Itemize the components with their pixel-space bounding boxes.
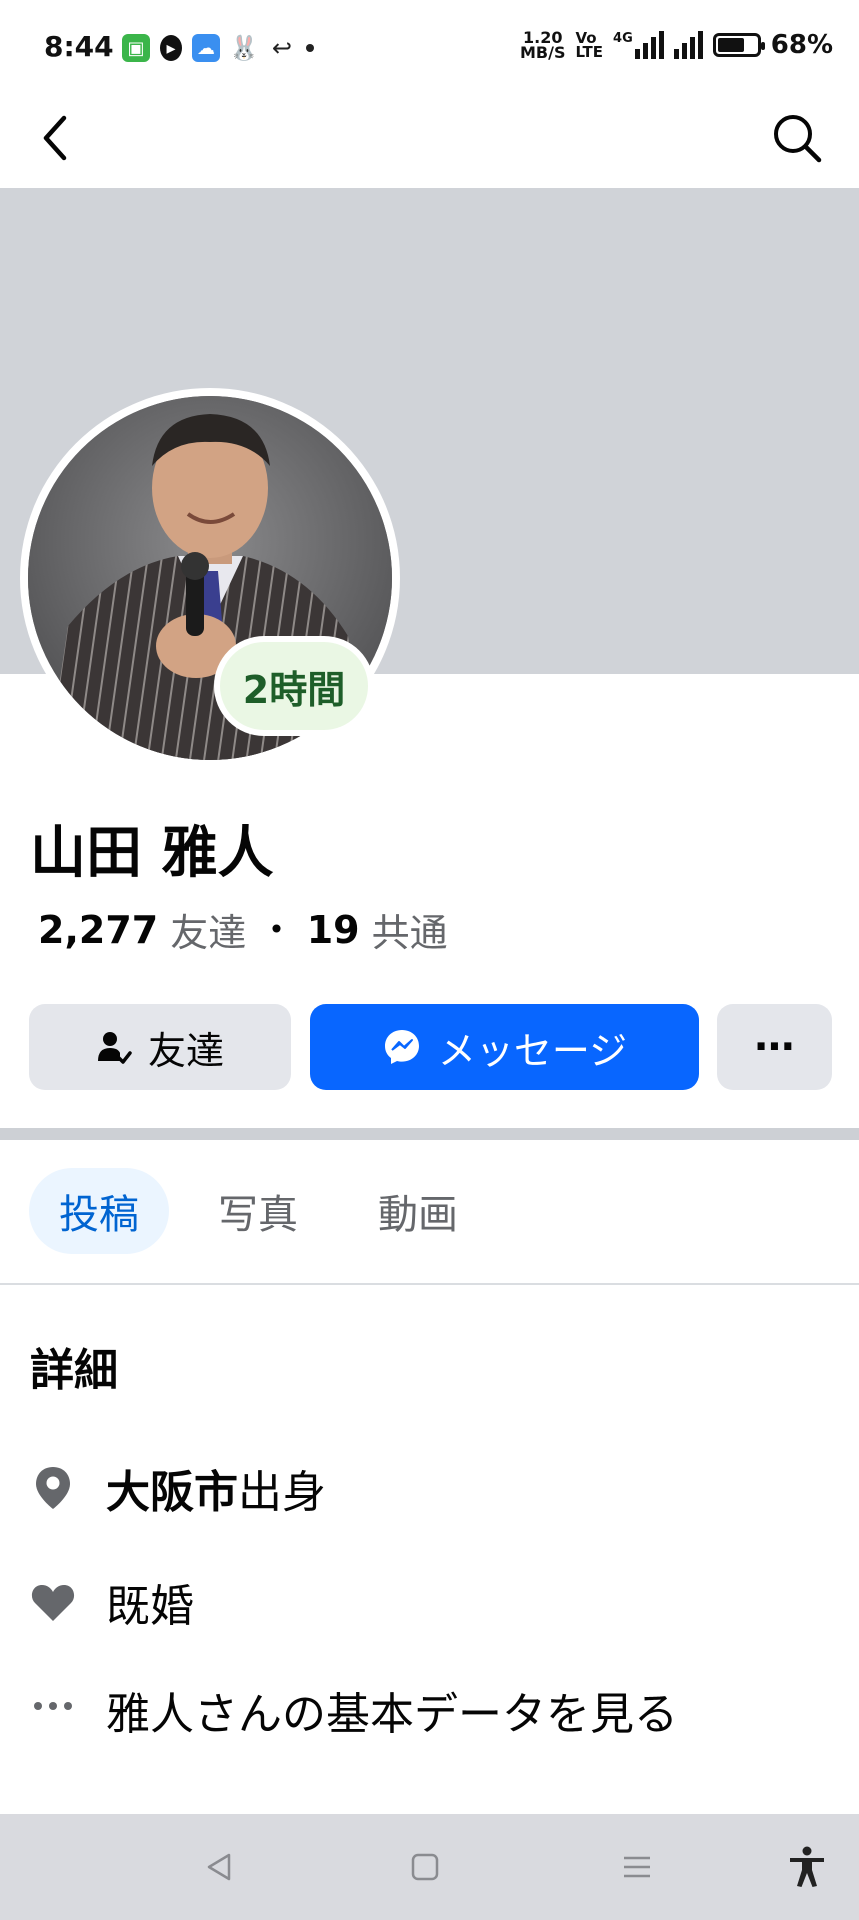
relationship-status: 既婚 [106, 1581, 194, 1632]
battery-fill [717, 38, 744, 52]
back-button[interactable] [36, 112, 76, 164]
status-indicators: 1.20 MB/S Vo LTE 4G 68% [520, 30, 833, 62]
tab-photos[interactable]: 写真 [190, 1168, 326, 1254]
more-options-button[interactable]: ⋯ [717, 1004, 832, 1090]
messenger-icon [384, 1030, 419, 1064]
reply-notification-icon: ↩ [271, 34, 293, 62]
active-status-badge: 2時間 [220, 642, 368, 730]
location-pin-icon [30, 1465, 76, 1511]
hometown-suffix: 出身 [238, 1467, 326, 1518]
recents-menu-icon [624, 1856, 650, 1878]
search-button[interactable] [771, 112, 823, 164]
battery-icon [712, 33, 765, 57]
detail-hometown: 大阪市 出身 [30, 1456, 326, 1520]
media-notification-icon: ▸ [160, 35, 182, 61]
system-back-button[interactable] [196, 1844, 242, 1890]
system-recents-button[interactable] [614, 1844, 660, 1890]
see-about-link[interactable]: 雅人さんの基本データを見る [106, 1678, 678, 1742]
accessibility-button[interactable] [784, 1844, 830, 1890]
ellipsis-icon [30, 1687, 76, 1733]
search-icon [774, 115, 822, 163]
detail-see-about[interactable]: 雅人さんの基本データを見る [30, 1678, 678, 1742]
net-speed-unit: MB/S [520, 43, 566, 62]
message-button-label: メッセージ [437, 1028, 628, 1073]
tabs-divider [0, 1283, 859, 1285]
detail-relationship: 既婚 [30, 1570, 194, 1634]
hometown-city: 大阪市 [106, 1467, 238, 1518]
network-type: 4G [613, 31, 633, 46]
weather-notification-icon: ☁ [192, 34, 220, 62]
volte-line2: LTE [575, 43, 604, 61]
rabbit-notification-icon: 🐰 [229, 34, 259, 62]
tab-posts[interactable]: 投稿 [29, 1168, 169, 1254]
tab-videos[interactable]: 動画 [350, 1168, 486, 1254]
message-button[interactable]: メッセージ [310, 1004, 699, 1090]
status-time: 8:44 [44, 30, 114, 63]
top-nav [0, 100, 859, 188]
more-notifications-icon [306, 44, 314, 52]
section-divider [0, 1128, 859, 1140]
heart-icon [30, 1579, 76, 1625]
mutual-count: 19 [306, 907, 360, 952]
more-icon: ⋯ [754, 1024, 795, 1070]
signal-icon-2 [673, 31, 703, 59]
square-home-icon [411, 1853, 439, 1881]
friends-button-label: 友達 [147, 1028, 224, 1073]
friend-check-icon [97, 1032, 132, 1064]
friends-button[interactable]: 友達 [29, 1004, 291, 1090]
system-home-button[interactable] [402, 1844, 448, 1890]
notification-icons: ▣ ▸ ☁ 🐰 ↩ [122, 34, 314, 62]
volte-indicator: Vo LTE [575, 31, 604, 61]
friends-count: 2,277 [38, 907, 159, 952]
profile-name: 山田 雅人 [30, 821, 274, 886]
app-notification-icon: ▣ [122, 34, 150, 62]
friend-stats[interactable]: 2,277 友達 • 19 共通 [38, 902, 448, 957]
network-speed: 1.20 MB/S [520, 30, 566, 62]
accessibility-icon [790, 1846, 824, 1887]
triangle-back-icon [207, 1853, 231, 1881]
back-arrow-icon [43, 115, 67, 161]
battery-percent: 68% [770, 30, 833, 60]
mutual-count-label: 共通 [371, 911, 448, 955]
friends-count-label: 友達 [170, 911, 247, 955]
signal-icon [634, 31, 664, 59]
details-heading: 詳細 [30, 1345, 118, 1396]
stats-separator: • [268, 913, 285, 946]
